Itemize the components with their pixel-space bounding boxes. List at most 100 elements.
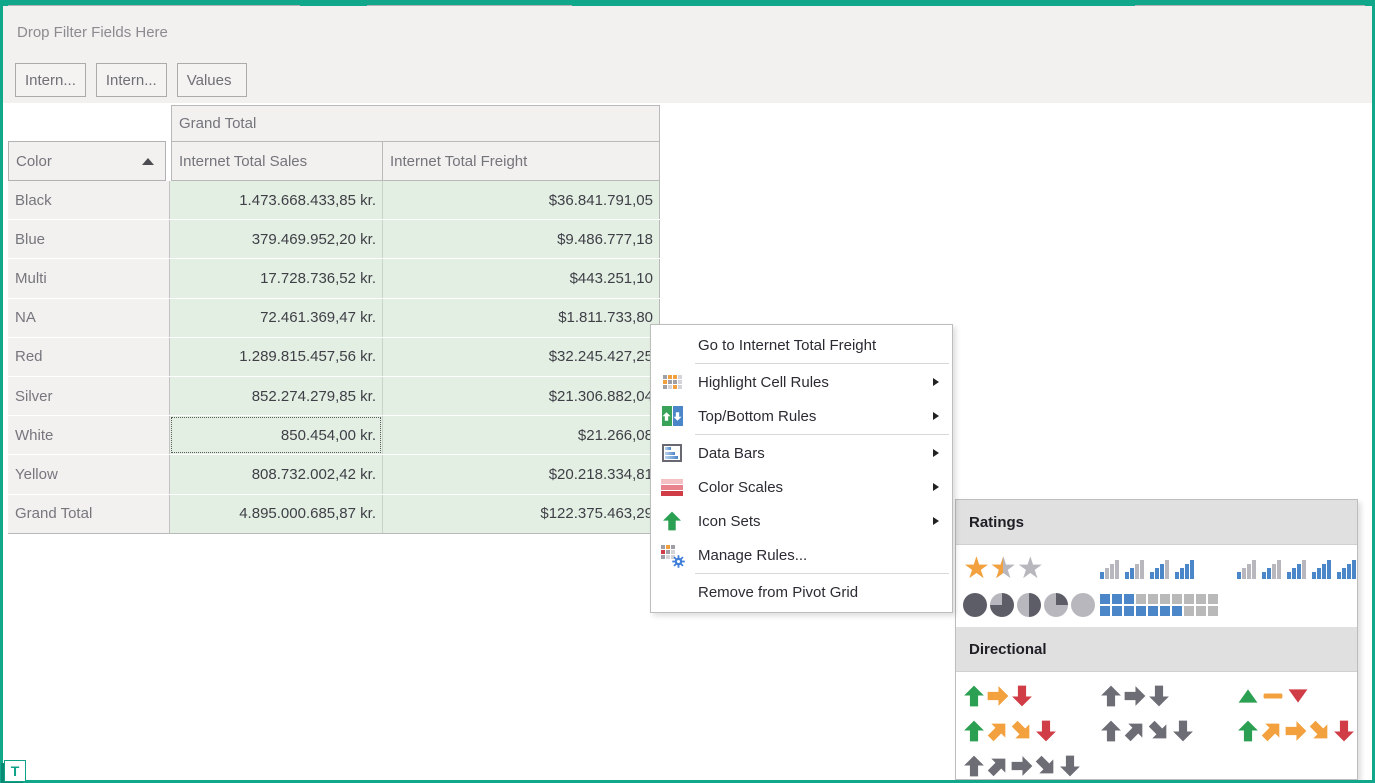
field-internet-1[interactable]: Intern...: [15, 63, 86, 97]
submenu-section-content: ★★★★: [956, 545, 1357, 627]
submenu-arrow-icon: [933, 412, 939, 420]
sales-value-cell[interactable]: 850.454,00 kr.: [170, 416, 382, 454]
submenu-arrow-icon: [933, 449, 939, 457]
freight-value-cell[interactable]: $21.306.882,04: [382, 377, 660, 415]
menu-item-icon-sets[interactable]: Icon Sets: [651, 504, 952, 538]
icon-sets-icon: [660, 511, 684, 531]
row-header-cell: White: [8, 416, 170, 454]
icon-set-4-arrows-gray[interactable]: [1100, 720, 1237, 742]
icon-set-5-arrows-colored[interactable]: [1237, 720, 1358, 742]
row-header-cell: Multi: [8, 259, 170, 297]
freight-value-cell[interactable]: $32.245.427,25: [382, 338, 660, 376]
pivot-row: Multi17.728.736,52 kr.$443.251,10: [8, 259, 660, 297]
menu-separator: [695, 363, 949, 364]
menu-item-remove-from-pivot-grid[interactable]: Remove from Pivot Grid: [651, 575, 952, 609]
menu-item-label: Manage Rules...: [698, 547, 807, 564]
row-header-cell: Yellow: [8, 455, 170, 493]
icon-set-5-quarters[interactable]: [963, 593, 1100, 617]
menu-item-color-scales[interactable]: Color Scales: [651, 470, 952, 504]
color-scales-icon: [660, 479, 684, 496]
pivot-row: NA72.461.369,47 kr.$1.811.733,80: [8, 299, 660, 337]
sort-ascending-icon: [142, 158, 154, 165]
icon-set-row: ★★★★: [963, 551, 1357, 587]
icon-set-5-arrows-gray[interactable]: [963, 755, 1100, 777]
menu-item-top-bottom-rules[interactable]: Top/Bottom Rules: [651, 399, 952, 433]
row-header-cell: Silver: [8, 377, 170, 415]
field-buttons: Intern... Intern... Values: [15, 63, 247, 97]
tab-strip-line: [367, 5, 572, 6]
menu-item-data-bars[interactable]: Data Bars: [651, 436, 952, 470]
icon-set-3-arrows-gray[interactable]: [1100, 685, 1237, 707]
icon-set-3-stars[interactable]: ★★★★: [963, 554, 1100, 584]
row-header-cell: Black: [8, 181, 170, 219]
pivot-row: White850.454,00 kr.$21.266,08: [8, 416, 660, 454]
sales-value-cell[interactable]: 808.732.002,42 kr.: [170, 455, 382, 493]
app-window: Drop Filter Fields Here Intern...Intern.…: [0, 0, 1375, 783]
icon-set-row: [963, 587, 1357, 623]
sales-value-cell[interactable]: 17.728.736,52 kr.: [170, 259, 382, 297]
tab-strip-line: [8, 5, 300, 6]
icon-set-row: [963, 678, 1357, 713]
freight-value-cell[interactable]: $20.218.334,81: [382, 455, 660, 493]
freight-value-cell[interactable]: $21.266,08: [382, 416, 660, 454]
pivot-row: Black1.473.668.433,85 kr.$36.841.791,05: [8, 181, 660, 219]
sales-value-cell[interactable]: 4.895.000.685,87 kr.: [170, 495, 382, 533]
pivot-row: Blue379.469.952,20 kr.$9.486.777,18: [8, 220, 660, 258]
freight-value-cell[interactable]: $443.251,10: [382, 259, 660, 297]
icon-set-3-triangles[interactable]: [1237, 685, 1358, 707]
menu-item-manage-rules[interactable]: Manage Rules...: [651, 538, 952, 572]
icon-set-5-boxes[interactable]: [1100, 594, 1237, 616]
sales-value-cell[interactable]: 1.289.815.457,56 kr.: [170, 338, 382, 376]
field-internet-2[interactable]: Intern...: [96, 63, 167, 97]
freight-value-cell[interactable]: $122.375.463,29: [382, 495, 660, 533]
sales-value-cell[interactable]: 1.473.668.433,85 kr.: [170, 181, 382, 219]
row-header-cell: Grand Total: [8, 495, 170, 533]
pivot-row: Yellow808.732.002,42 kr.$20.218.334,81: [8, 455, 660, 493]
menu-item-label: Data Bars: [698, 445, 765, 462]
menu-separator: [695, 434, 949, 435]
manage-rules-icon: [660, 545, 684, 566]
freight-value-cell[interactable]: $1.811.733,80: [382, 299, 660, 337]
window-border-left: [0, 0, 3, 783]
submenu-section-title: Ratings: [956, 500, 1357, 545]
sales-value-cell[interactable]: 72.461.369,47 kr.: [170, 299, 382, 337]
menu-item-goto-freight[interactable]: Go to Internet Total Freight: [651, 328, 952, 362]
menu-item-highlight-cell-rules[interactable]: Highlight Cell Rules: [651, 365, 952, 399]
highlight-cell-rules-icon: [660, 375, 684, 389]
logo-badge: T: [4, 760, 26, 782]
row-header-cell: NA: [8, 299, 170, 337]
icon-set-4-arrows-colored[interactable]: [963, 720, 1100, 742]
row-field-label: Color: [16, 153, 52, 170]
menu-item-label: Go to Internet Total Freight: [698, 337, 876, 354]
menu-item-label: Highlight Cell Rules: [698, 374, 829, 391]
top-bottom-rules-icon: [660, 406, 684, 426]
row-header-cell: Red: [8, 338, 170, 376]
sales-value-cell[interactable]: 379.469.952,20 kr.: [170, 220, 382, 258]
submenu-arrow-icon: [933, 378, 939, 386]
submenu-section-title: Directional: [956, 627, 1357, 672]
sales-value-cell[interactable]: 852.274.279,85 kr.: [170, 377, 382, 415]
menu-item-label: Color Scales: [698, 479, 783, 496]
menu-item-label: Top/Bottom Rules: [698, 408, 816, 425]
grand-total-column-header[interactable]: Grand Total: [171, 105, 660, 142]
filter-header-area: Drop Filter Fields Here Intern...Intern.…: [3, 6, 1372, 103]
data-bars-icon: [660, 444, 684, 462]
menu-item-label: Icon Sets: [698, 513, 761, 530]
pivot-rows: Black1.473.668.433,85 kr.$36.841.791,05B…: [8, 181, 660, 534]
drop-filter-fields-label: Drop Filter Fields Here: [17, 24, 168, 41]
column-header-internet-total-sales[interactable]: Internet Total Sales: [171, 141, 383, 181]
icon-set-row: [963, 748, 1357, 780]
conditional-formatting-context-menu: Go to Internet Total Freight Highlight Ce…: [650, 324, 953, 613]
column-header-internet-total-freight[interactable]: Internet Total Freight: [382, 141, 660, 181]
menu-separator: [695, 573, 949, 574]
icon-set-5-ratings[interactable]: [1237, 559, 1358, 579]
icon-set-4-ratings[interactable]: [1100, 559, 1237, 579]
field-values[interactable]: Values: [177, 63, 247, 97]
row-field-color[interactable]: Color: [8, 141, 166, 181]
pivot-row: Grand Total4.895.000.685,87 kr.$122.375.…: [8, 495, 660, 534]
freight-value-cell[interactable]: $36.841.791,05: [382, 181, 660, 219]
icon-set-row: [963, 713, 1357, 748]
freight-value-cell[interactable]: $9.486.777,18: [382, 220, 660, 258]
icon-set-3-arrows-colored[interactable]: [963, 685, 1100, 707]
icon-sets-submenu: Ratings ★★★★ Directional: [955, 499, 1358, 780]
